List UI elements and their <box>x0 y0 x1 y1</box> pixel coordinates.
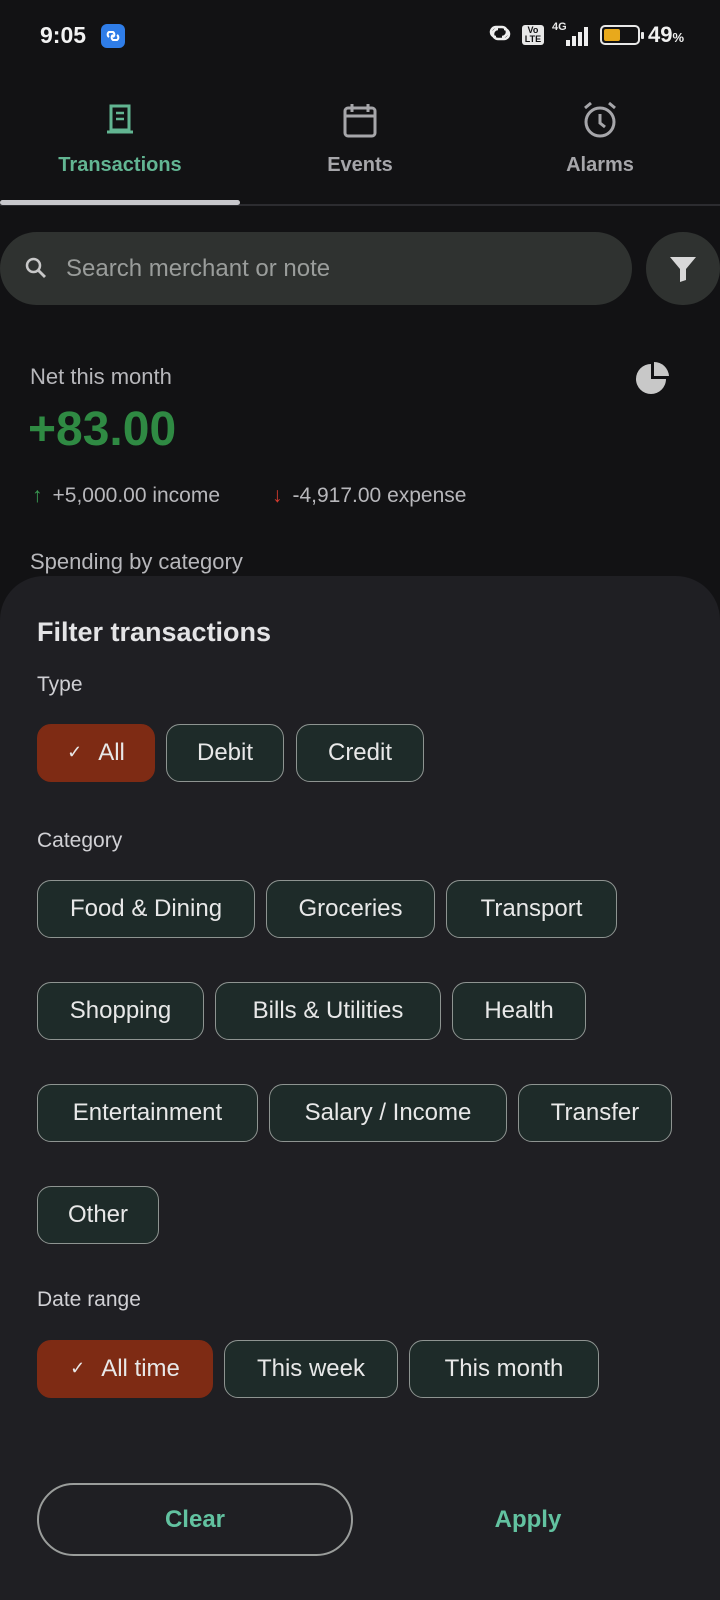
net-label: Net this month <box>30 364 172 389</box>
arrow-up-icon: ↑ <box>32 484 43 507</box>
chip-category[interactable]: Transport <box>446 880 617 938</box>
alarm-icon <box>584 101 616 138</box>
tab-transactions[interactable]: Transactions <box>0 90 240 202</box>
sheet-title: Filter transactions <box>37 617 272 647</box>
chip-date-this-week[interactable]: This week <box>224 1340 398 1398</box>
chip-type-all[interactable]: ✓ All <box>37 724 155 782</box>
tab-events[interactable]: Events <box>240 90 480 202</box>
pie-chart-icon[interactable] <box>634 360 672 398</box>
apply-button[interactable]: Apply <box>370 1483 686 1556</box>
chip-category[interactable]: Food & Dining <box>37 880 255 938</box>
chip-category[interactable]: Transfer <box>518 1084 672 1142</box>
status-bar: 9:05 Vo LTE 4G 49% <box>0 0 720 72</box>
volte-icon: Vo LTE <box>521 25 544 45</box>
chip-category[interactable]: Health <box>452 982 586 1040</box>
type-label: Type <box>37 673 83 696</box>
link-status-icon <box>486 22 514 49</box>
chip-category[interactable]: Salary / Income <box>269 1084 507 1142</box>
chip-category[interactable]: Groceries <box>266 880 435 938</box>
clear-button[interactable]: Clear <box>37 1483 353 1556</box>
chip-category[interactable]: Bills & Utilities <box>215 982 441 1040</box>
filter-sheet: Filter transactions Type ✓ All Debit Cred… <box>0 576 720 1600</box>
expense-summary: ↓ -4,917.00 expense <box>272 484 467 507</box>
net-value: +83.00 <box>28 403 177 456</box>
status-time: 9:05 <box>40 22 87 48</box>
check-icon: ✓ <box>70 1358 86 1378</box>
chip-category[interactable]: Shopping <box>37 982 204 1040</box>
filter-icon <box>670 257 696 282</box>
battery-percent: 49% <box>647 22 684 47</box>
tab-indicator <box>0 200 240 205</box>
receipt-icon <box>107 104 133 134</box>
tab-bar: Transactions Events Alarms <box>0 90 720 206</box>
chip-type-debit[interactable]: Debit <box>166 724 284 782</box>
signal-icon: 4G <box>552 21 592 47</box>
tab-label: Events <box>327 154 393 176</box>
date-range-label: Date range <box>37 1288 141 1311</box>
tab-label: Transactions <box>58 154 182 176</box>
spending-label: Spending by category <box>30 549 243 574</box>
income-summary: ↑ +5,000.00 income <box>32 484 221 507</box>
tab-alarms[interactable]: Alarms <box>480 90 720 202</box>
search-input[interactable]: Search merchant or note <box>0 232 632 305</box>
tab-label: Alarms <box>566 154 634 176</box>
battery-icon <box>599 25 644 45</box>
filter-button[interactable] <box>646 232 720 305</box>
search-icon <box>25 257 46 278</box>
category-label: Category <box>37 829 123 852</box>
chip-date-all-time[interactable]: ✓ All time <box>37 1340 213 1398</box>
search-placeholder: Search merchant or note <box>66 255 331 282</box>
chip-date-this-month[interactable]: This month <box>409 1340 599 1398</box>
chip-type-credit[interactable]: Credit <box>296 724 424 782</box>
chip-category[interactable]: Other <box>37 1186 159 1244</box>
link-app-icon <box>101 24 125 48</box>
check-icon: ✓ <box>67 742 83 762</box>
arrow-down-icon: ↓ <box>272 484 283 507</box>
chip-category[interactable]: Entertainment <box>37 1084 258 1142</box>
calendar-icon <box>343 104 377 138</box>
